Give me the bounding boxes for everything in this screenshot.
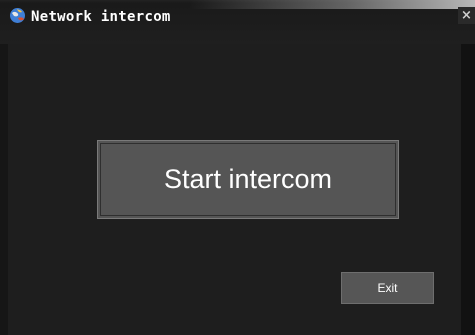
close-icon: × — [461, 8, 472, 23]
title-bar[interactable]: Network intercom × — [0, 0, 475, 44]
title-bar-highlight — [190, 0, 475, 9]
close-button[interactable]: × — [458, 7, 475, 24]
window-title: Network intercom — [31, 9, 171, 25]
exit-button[interactable]: Exit — [341, 272, 434, 304]
intercom-window: Network intercom × Start intercom Exit — [0, 0, 475, 335]
window-border-left — [0, 0, 8, 335]
window-border-right — [461, 0, 475, 335]
app-globe-icon — [9, 7, 26, 24]
start-intercom-button[interactable]: Start intercom — [97, 140, 399, 219]
